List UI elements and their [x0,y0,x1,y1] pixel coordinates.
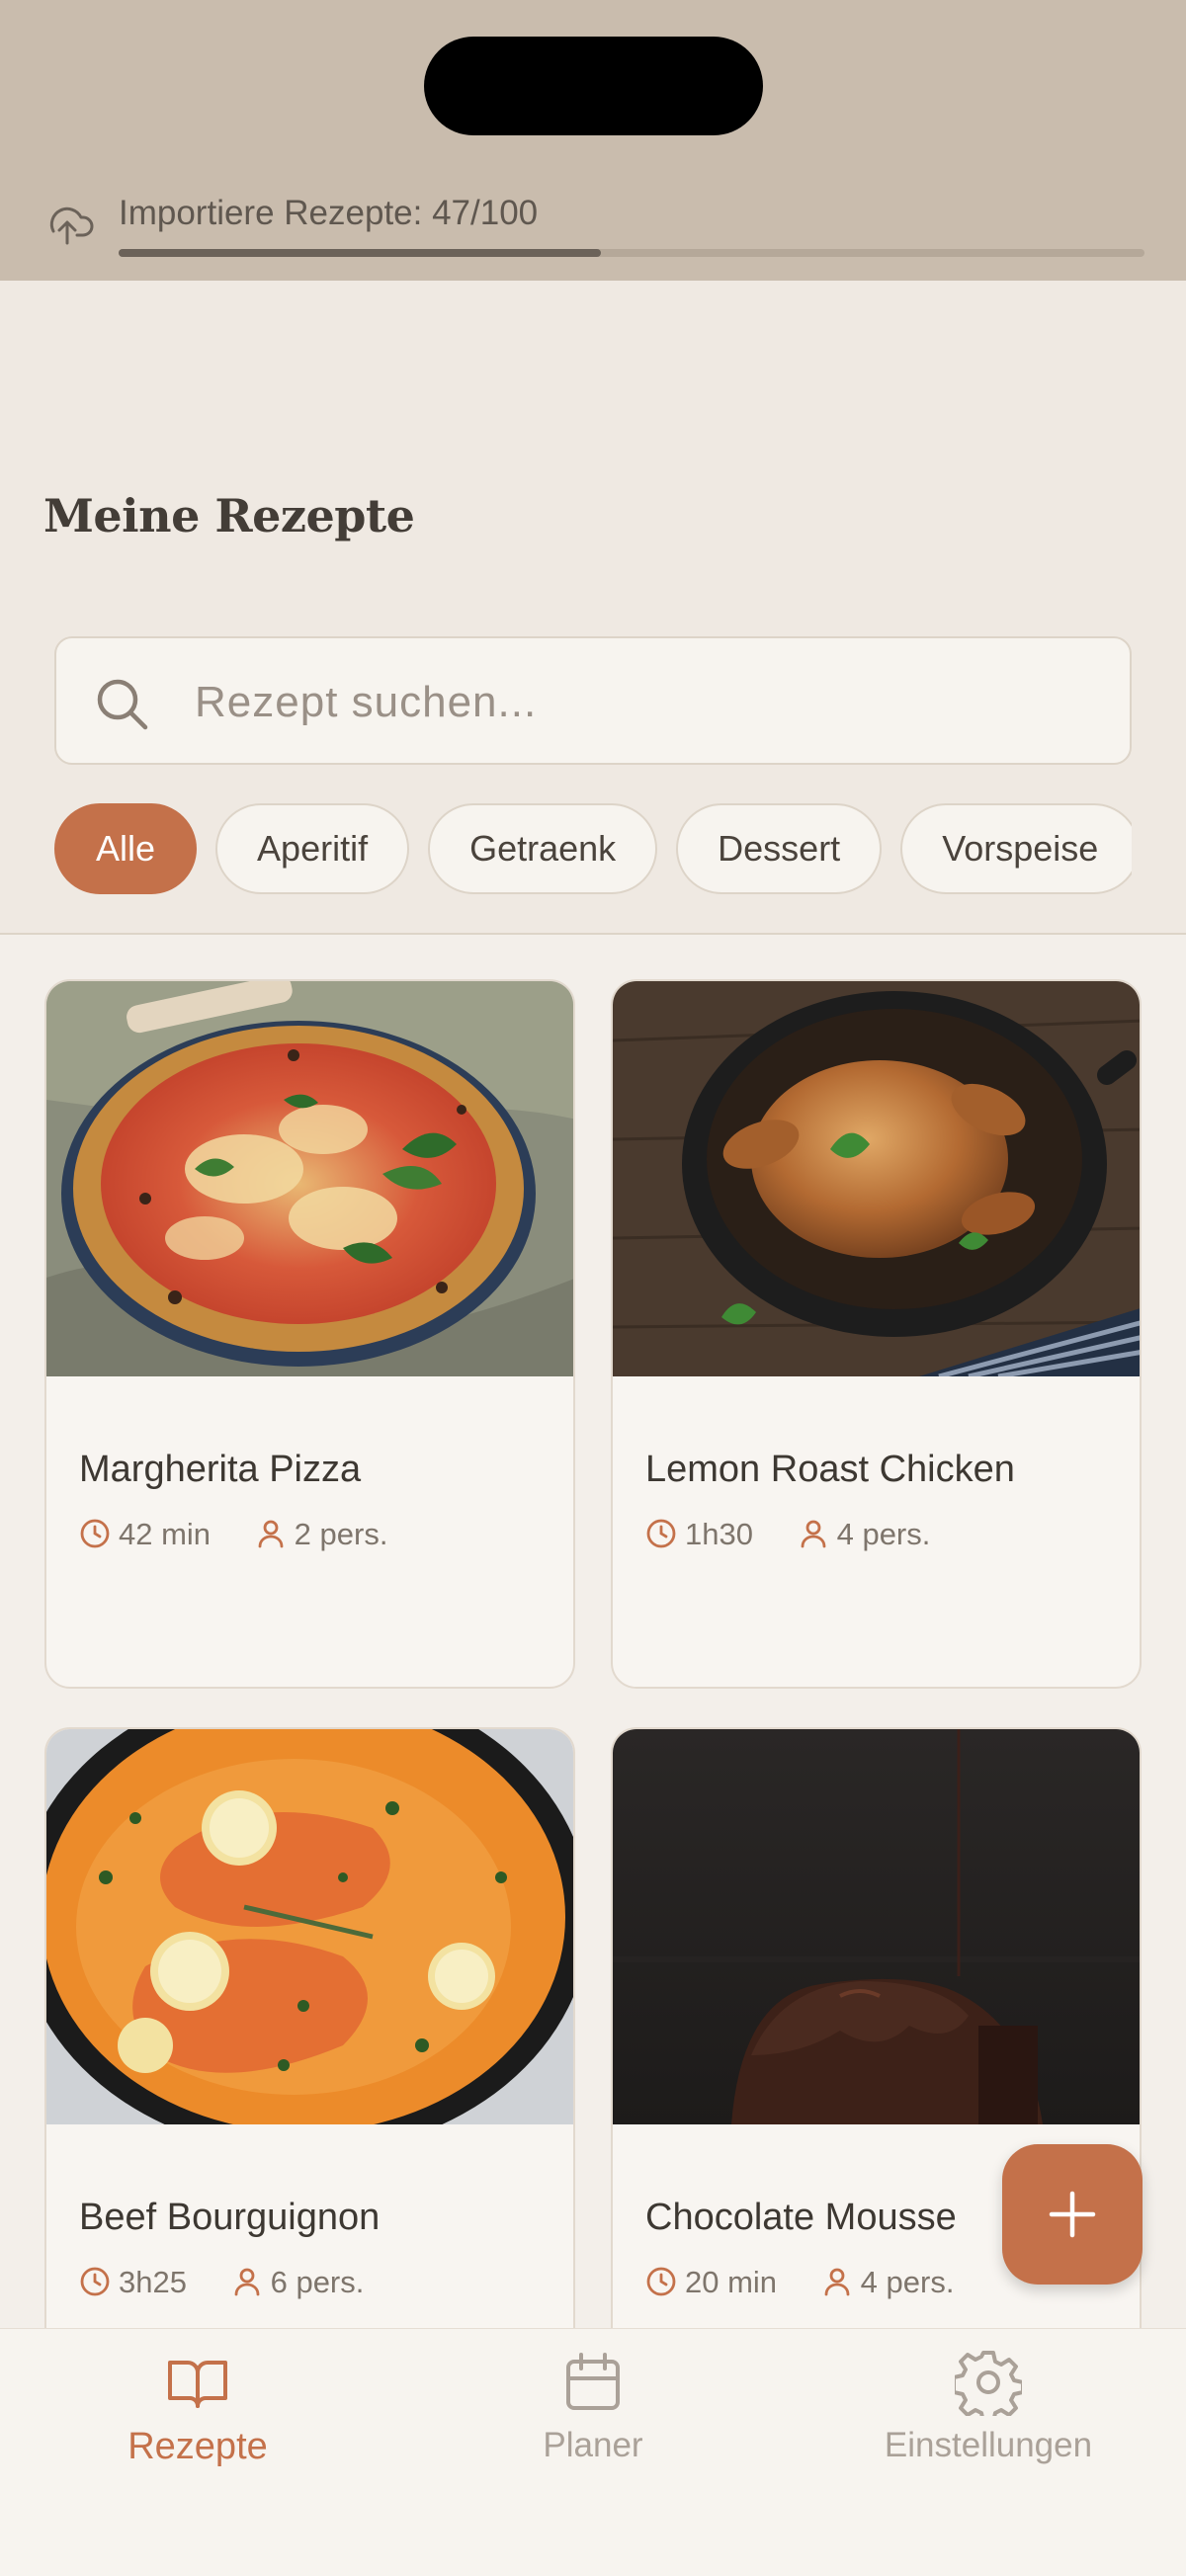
clock-icon [80,1519,110,1548]
recipe-time: 42 min [79,1517,211,1552]
recipe-grid: Margherita Pizza 42 min 2 pers. Lemon Ro… [0,935,1186,2328]
chip-aperitif[interactable]: Aperitif [215,803,410,894]
calendar-icon [566,2353,620,2410]
import-progress-fill [119,249,601,257]
recipe-title: Beef Bourguignon [79,2197,381,2238]
recipe-title: Lemon Roast Chicken [645,1449,1015,1490]
person-icon [234,2268,259,2296]
chip-vorspeise[interactable]: Vorspeise [900,803,1132,894]
nav-label-planer: Planer [543,2426,643,2464]
person-icon [801,1520,825,1548]
import-progress-bar [119,249,1144,257]
nav-item-planer[interactable]: Planer [395,2349,791,2465]
recipe-image-pizza [46,981,573,1376]
search-input[interactable] [195,668,1084,737]
recipe-time-value: 1h30 [685,1516,753,1551]
recipe-title: Margherita Pizza [79,1449,362,1490]
recipe-title: Chocolate Mousse [645,2197,957,2238]
chip-dessert[interactable]: Dessert [676,803,883,894]
cloud-upload-icon [49,207,94,245]
recipe-servings: 6 pers. [231,2264,365,2300]
recipe-time-value: 42 min [119,1516,212,1551]
nav-item-einstellungen[interactable]: Einstellungen [791,2349,1186,2465]
recipe-meta: 3h25 6 pers. [79,2263,399,2302]
recipe-meta: 42 min 2 pers. [79,1515,423,1554]
category-filter-chips: Alle Aperitif Getraenk Dessert Vorspeise [54,803,1132,894]
gear-icon [955,2351,1022,2416]
nav-label-einstellungen: Einstellungen [884,2426,1093,2464]
nav-label-rezepte: Rezepte [127,2426,268,2467]
recipe-servings: 2 pers. [255,1516,388,1552]
chip-alle[interactable]: Alle [54,803,198,894]
chip-getraenk[interactable]: Getraenk [428,803,658,894]
recipe-servings: 4 pers. [821,2264,955,2300]
import-banner: Importiere Rezepte: 47/100 [0,0,1186,281]
recipe-image-roast-chicken [613,981,1140,1376]
book-icon [168,2361,227,2408]
recipe-servings-value: 6 pers. [270,2264,365,2299]
recipe-card[interactable]: Lemon Roast Chicken 1h30 4 pers. [611,979,1142,1689]
clock-icon [646,1519,676,1548]
import-progress-row: Importiere Rezepte: 47/100 [40,190,1146,259]
recipe-image-salmon-pan [46,1729,573,2124]
recipe-servings-value: 4 pers. [836,1516,931,1551]
recipe-servings-value: 2 pers. [294,1516,388,1551]
recipe-time: 3h25 [79,2265,187,2300]
import-status-text: Importiere Rezepte: 47/100 [119,194,539,232]
recipe-time-value: 20 min [685,2264,778,2299]
recipe-time-value: 3h25 [119,2264,187,2299]
bottom-navigation: Rezepte Planer Einstellungen [0,2328,1186,2576]
plus-icon [1049,2191,1096,2238]
recipe-image-chocolate-cake [613,1729,1140,2124]
recipe-time: 20 min [645,2265,777,2300]
recipe-card[interactable]: Beef Bourguignon 3h25 6 pers. [44,1727,575,2328]
add-recipe-button[interactable] [1002,2144,1143,2285]
recipe-servings: 4 pers. [798,1516,931,1552]
camera-notch [424,37,763,135]
search-icon [97,679,148,730]
person-icon [824,2268,850,2296]
nav-item-rezepte[interactable]: Rezepte [0,2349,395,2468]
recipe-time: 1h30 [645,1517,753,1552]
recipe-card[interactable]: Margherita Pizza 42 min 2 pers. [44,979,575,1689]
page-title: Meine Rezepte [43,489,415,542]
person-icon [258,1520,284,1548]
clock-icon [646,2267,676,2296]
search-bar[interactable] [54,636,1132,765]
clock-icon [80,2267,110,2296]
recipe-servings-value: 4 pers. [860,2264,955,2299]
recipe-meta: 1h30 4 pers. [645,1515,966,1554]
recipe-meta: 20 min 4 pers. [645,2263,989,2302]
